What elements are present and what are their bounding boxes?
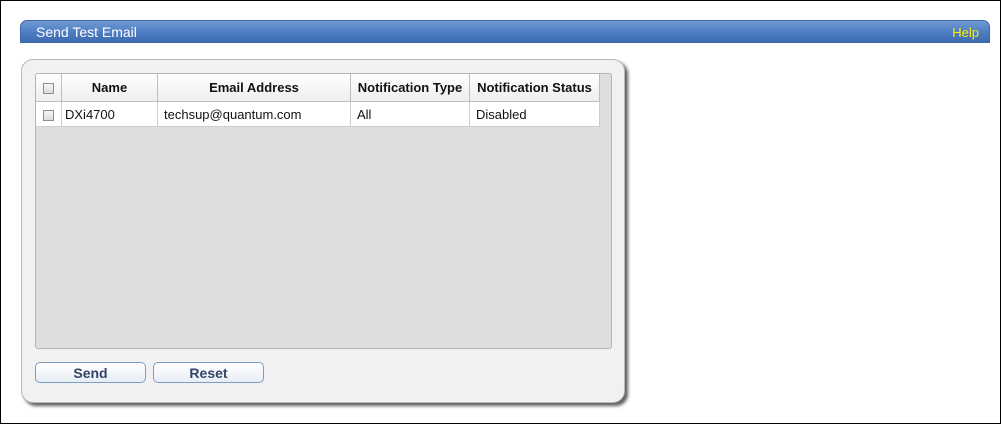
column-header-email[interactable]: Email Address bbox=[157, 74, 351, 102]
content-panel: Name Email Address Notification Type Not… bbox=[21, 59, 625, 403]
recipient-grid: Name Email Address Notification Type Not… bbox=[35, 73, 612, 349]
cell-email: techsup@quantum.com bbox=[157, 101, 351, 127]
column-header-name[interactable]: Name bbox=[61, 74, 158, 102]
title-bar: Send Test Email Help bbox=[20, 20, 990, 43]
cell-notification-type: All bbox=[350, 101, 470, 127]
cell-notification-status: Disabled bbox=[469, 101, 600, 127]
send-button[interactable]: Send bbox=[35, 362, 146, 383]
select-all-cell bbox=[36, 74, 62, 102]
select-all-checkbox[interactable] bbox=[43, 83, 54, 95]
window-frame: Send Test Email Help Name Email Address … bbox=[0, 0, 1001, 424]
table-row[interactable]: DXi4700 techsup@quantum.com All Disabled bbox=[36, 101, 600, 127]
cell-name: DXi4700 bbox=[61, 101, 158, 127]
column-header-notification-status[interactable]: Notification Status bbox=[469, 74, 600, 102]
reset-button[interactable]: Reset bbox=[153, 362, 264, 383]
page-title: Send Test Email bbox=[36, 24, 137, 40]
row-checkbox[interactable] bbox=[43, 109, 54, 121]
recipient-table: Name Email Address Notification Type Not… bbox=[36, 74, 600, 127]
table-header-row: Name Email Address Notification Type Not… bbox=[36, 74, 600, 102]
row-select-cell bbox=[36, 101, 62, 127]
help-link[interactable]: Help bbox=[952, 25, 979, 40]
column-header-notification-type[interactable]: Notification Type bbox=[350, 74, 470, 102]
